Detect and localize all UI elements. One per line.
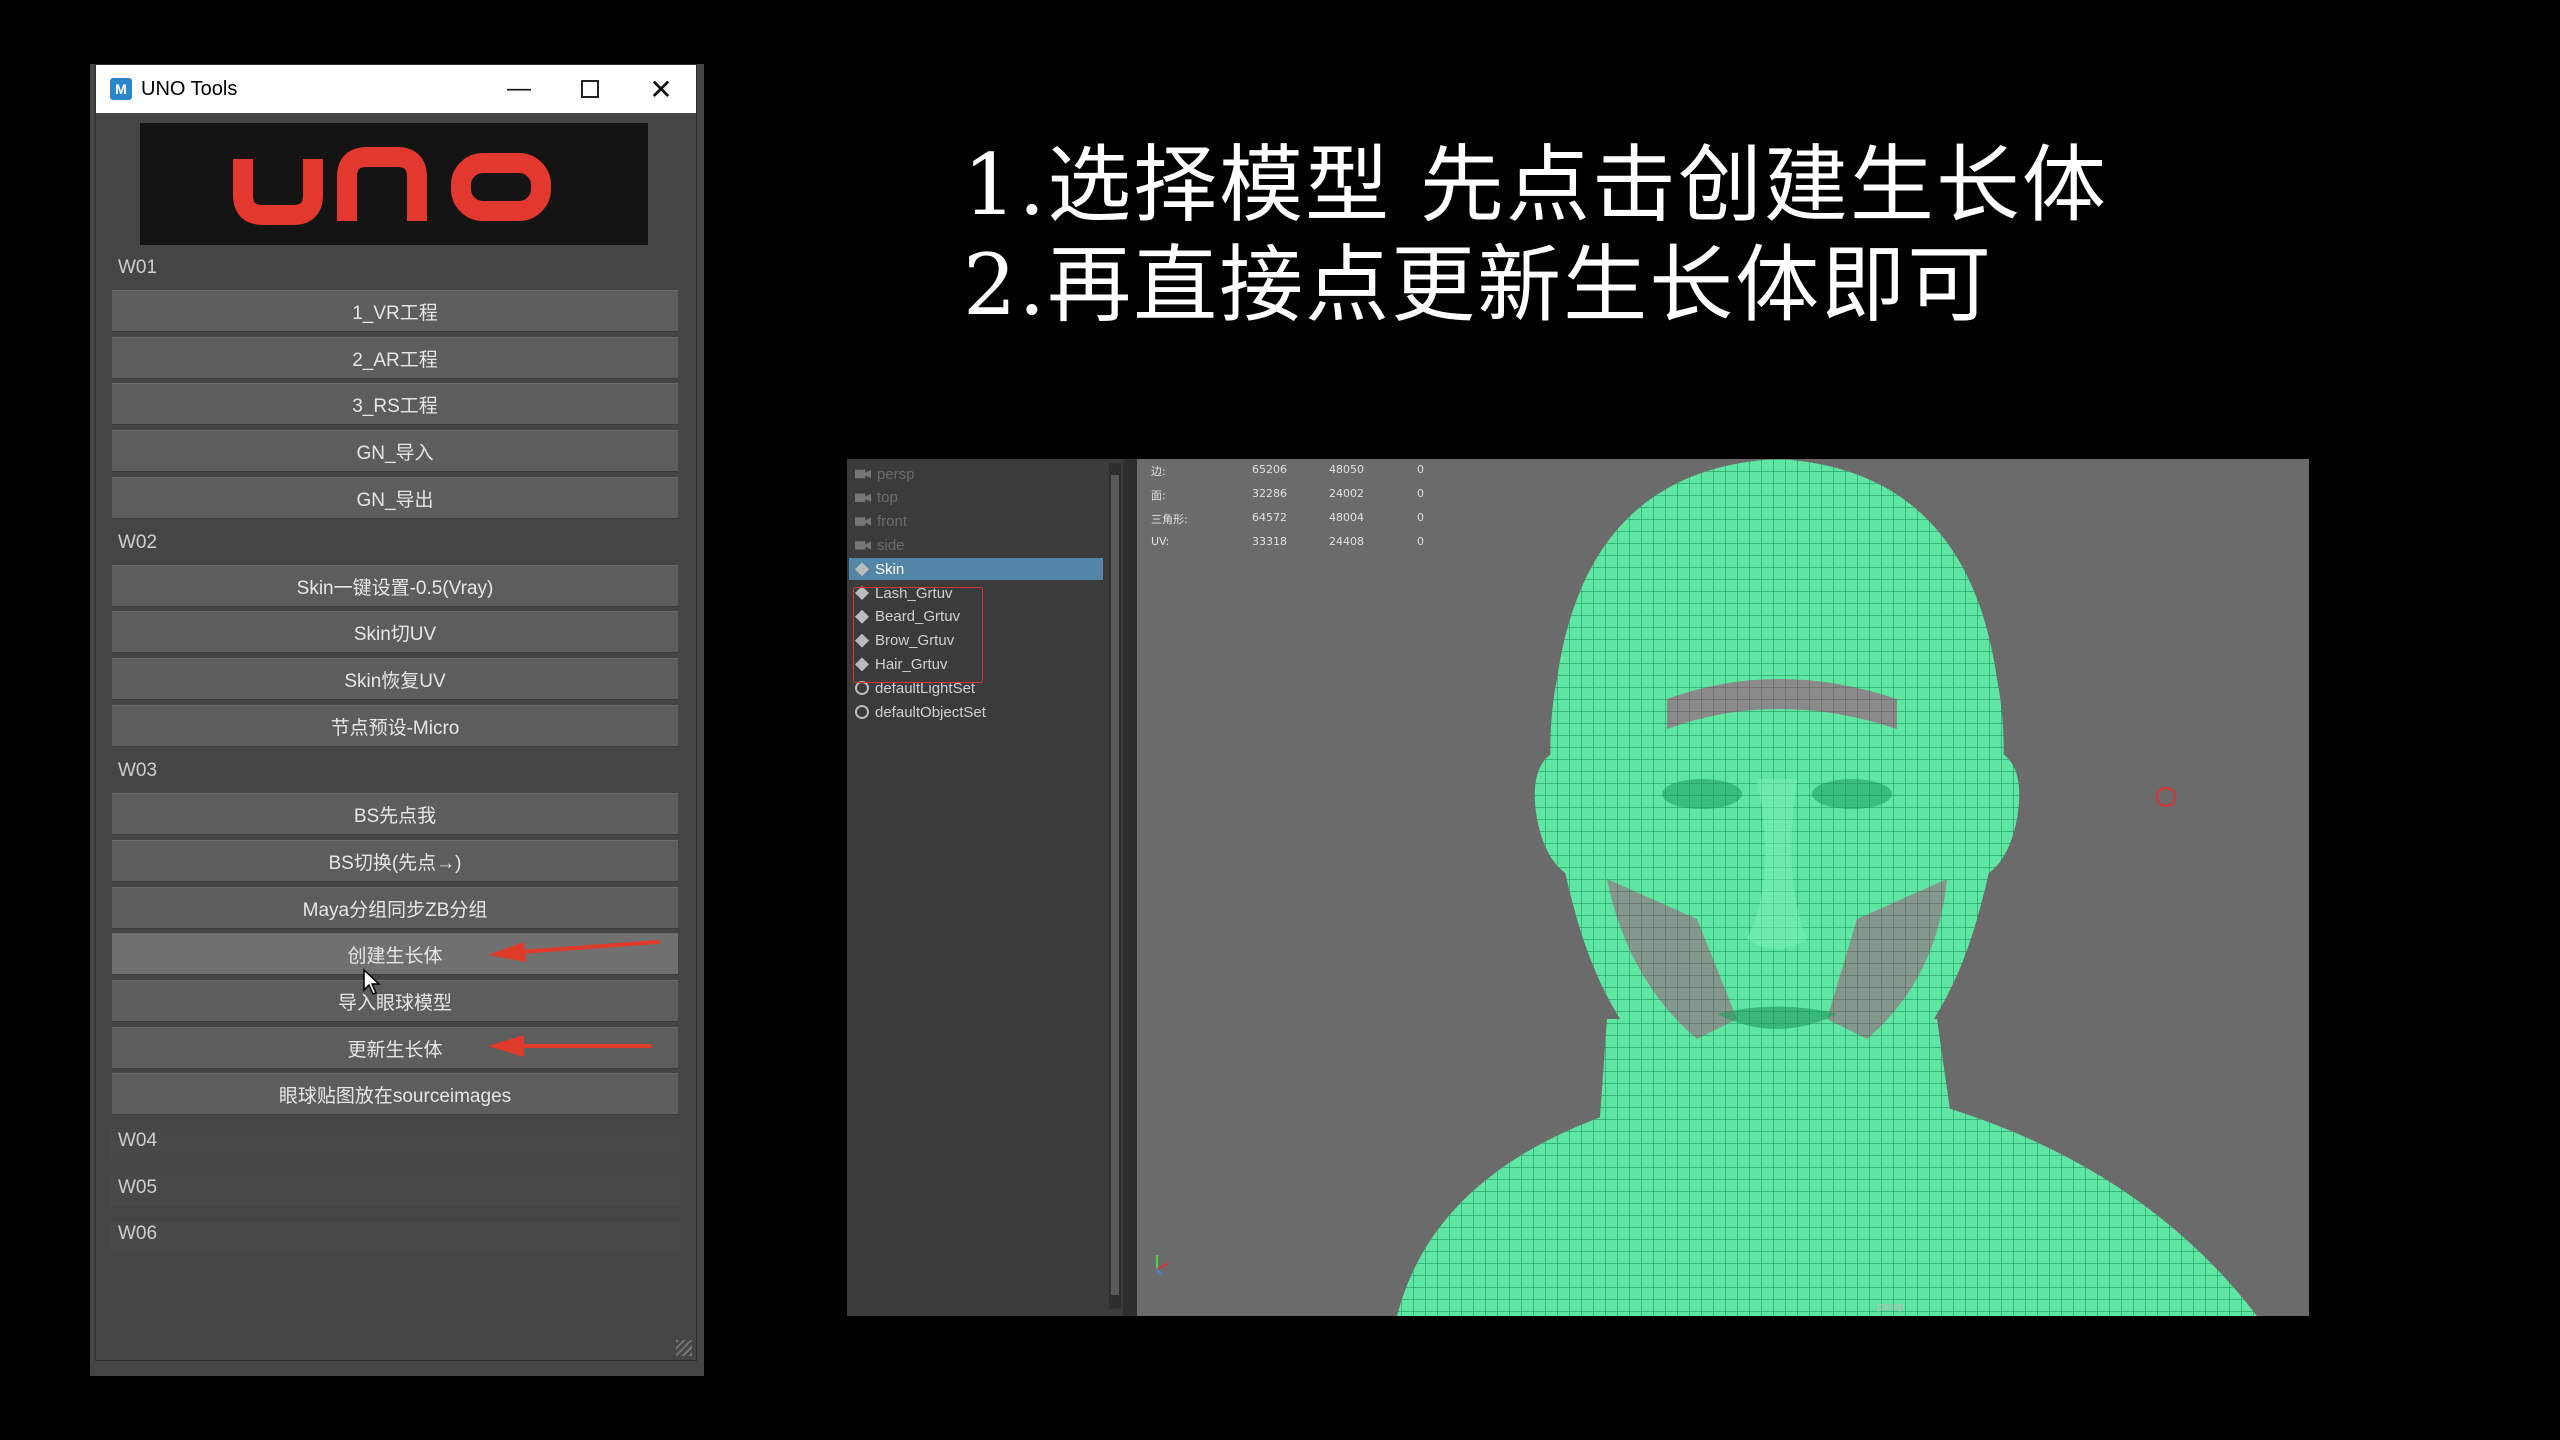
tool-button-bs-first[interactable]: BS先点我 — [112, 793, 678, 835]
tool-button-skin-restore-uv[interactable]: Skin恢复UV — [112, 658, 678, 700]
outliner-item-label: defaultObjectSet — [875, 703, 986, 721]
section-bar-w06[interactable] — [110, 1222, 680, 1252]
set-icon — [855, 705, 869, 719]
window-title: UNO Tools — [141, 77, 238, 100]
tool-button-bs-switch[interactable]: BS切换(先点→) — [112, 840, 678, 882]
outliner-item-label: top — [877, 489, 898, 507]
section-label-w03[interactable]: W03 — [118, 760, 157, 782]
section-bar-w04[interactable] — [110, 1129, 680, 1159]
title-bar[interactable]: M UNO Tools — ✕ — [96, 65, 696, 113]
outliner-item-label: side — [877, 536, 905, 554]
close-button[interactable]: ✕ — [626, 65, 696, 113]
uno-logo-mark — [233, 147, 551, 225]
camera-icon — [855, 517, 871, 526]
outliner-item-label: persp — [877, 465, 915, 483]
tool-button-import-eyeball[interactable]: 导入眼球模型 — [112, 980, 678, 1022]
annotation-arrow-update — [488, 1035, 652, 1057]
section-label-w02[interactable]: W02 — [118, 532, 157, 554]
annotation-arrow-create — [488, 940, 660, 962]
scrollbar-thumb[interactable] — [1111, 475, 1119, 1295]
uno-tools-panel: M UNO Tools — ✕ W01 1_VR工程 2_AR工程 3_RS工程… — [95, 64, 697, 1361]
tool-button-gn-export[interactable]: GN_导出 — [112, 477, 678, 519]
section-label-w06[interactable]: W06 — [118, 1223, 157, 1245]
outliner-item-top[interactable]: top — [855, 487, 898, 509]
mesh-icon — [855, 562, 869, 577]
mouse-cursor-icon — [363, 968, 381, 995]
outliner-scrollbar[interactable] — [1109, 463, 1121, 1309]
tool-button-ar-project[interactable]: 2_AR工程 — [112, 337, 678, 379]
camera-icon — [855, 493, 871, 502]
outliner-item-skin[interactable]: Skin — [849, 558, 1103, 581]
maya-screenshot: persp top front side Skin Lash_Grtuv Beard_Grt… — [847, 459, 2309, 1316]
outliner-item-label: Skin — [875, 560, 905, 578]
maximize-button[interactable] — [555, 65, 625, 113]
set-icon — [855, 681, 869, 696]
outliner-item-front[interactable]: front — [855, 511, 907, 533]
outliner-item-defaultobjectset[interactable]: defaultObjectSet — [855, 701, 986, 723]
uno-tools-window: M UNO Tools — ✕ W01 1_VR工程 2_AR工程 3_RS工程… — [90, 64, 704, 1376]
tool-button-eyeball-texture[interactable]: 眼球贴图放在sourceimages — [112, 1073, 678, 1115]
maximize-icon — [581, 80, 599, 98]
minimize-button[interactable]: — — [484, 65, 554, 113]
viewport-3d[interactable]: 边: 65206 48050 0 面: 32286 24002 0 三角形: 64572 48004… — [1137, 459, 2309, 1316]
camera-icon — [855, 469, 871, 479]
camera-icon — [855, 541, 871, 550]
viewport-camera-label: persp — [1877, 1301, 1905, 1313]
section-label-w04[interactable]: W04 — [118, 1130, 157, 1152]
tool-button-skin-cut-uv[interactable]: Skin切UV — [112, 611, 678, 653]
outliner-item-label: front — [877, 513, 908, 531]
highlight-box — [853, 587, 983, 683]
tool-button-rs-project[interactable]: 3_RS工程 — [112, 383, 678, 425]
tool-button-gn-import[interactable]: GN_导入 — [112, 430, 678, 472]
uno-logo — [140, 123, 648, 245]
section-label-w05[interactable]: W05 — [118, 1177, 157, 1199]
tool-button-vr-project[interactable]: 1_VR工程 — [112, 290, 678, 332]
app-icon: M — [110, 78, 132, 100]
tool-button-node-preset-micro[interactable]: 节点预设-Micro — [112, 705, 678, 747]
resize-grip-icon[interactable] — [676, 1340, 692, 1356]
head-wireframe-model — [1156, 459, 2257, 1316]
tool-button-maya-group-sync[interactable]: Maya分组同步ZB分组 — [112, 887, 678, 929]
section-bar-w05[interactable] — [110, 1176, 680, 1206]
tool-button-skin-setup[interactable]: Skin一键设置-0.5(Vray) — [112, 565, 678, 607]
outliner-item-side[interactable]: side — [855, 534, 905, 556]
instruction-step-2: 2.再直接点更新生长体即可 — [963, 236, 1994, 334]
section-label-w01[interactable]: W01 — [118, 257, 157, 279]
outliner-item-persp[interactable]: persp — [855, 463, 915, 485]
outliner-panel: persp top front side Skin Lash_Grtuv Beard_Grt… — [847, 459, 1123, 1316]
panel-divider[interactable] — [1123, 459, 1137, 1316]
